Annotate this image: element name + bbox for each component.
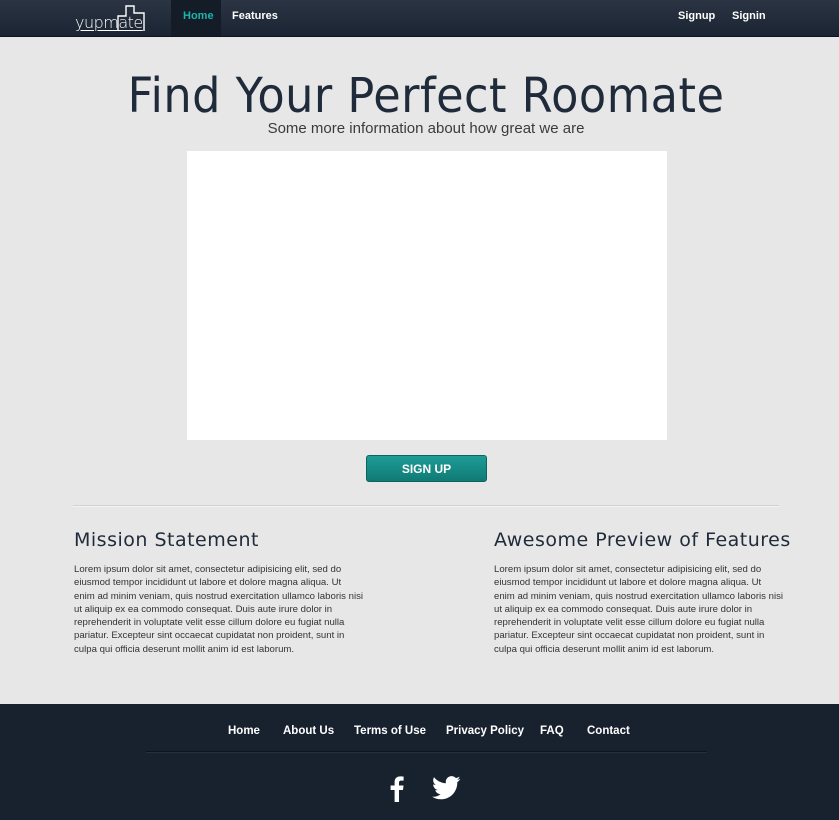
footer: Home About Us Terms of Use Privacy Polic… <box>0 704 839 820</box>
section-divider <box>73 505 779 507</box>
page-title: Find Your Perfect Roomate <box>127 68 725 124</box>
footer-link-faq[interactable]: FAQ <box>540 725 564 737</box>
footer-link-contact[interactable]: Contact <box>587 725 630 737</box>
mission-text: Lorem ipsum dolor sit amet, consectetur … <box>74 564 364 655</box>
signup-button[interactable]: SIGN UP <box>366 455 487 482</box>
mission-title: Mission Statement <box>74 529 259 551</box>
nav-features[interactable]: Features <box>220 0 290 36</box>
footer-link-about-us[interactable]: About Us <box>283 725 334 737</box>
logo[interactable]: yupmate <box>74 2 148 34</box>
media-placeholder <box>187 151 667 440</box>
footer-divider <box>146 751 707 753</box>
nav-signup[interactable]: Signup <box>666 0 727 36</box>
twitter-icon[interactable] <box>431 776 461 805</box>
facebook-icon[interactable] <box>390 776 404 807</box>
footer-link-terms[interactable]: Terms of Use <box>354 725 426 737</box>
footer-link-home[interactable]: Home <box>228 725 260 737</box>
features-preview-title: Awesome Preview of Features <box>494 529 791 551</box>
nav-signin[interactable]: Signin <box>720 0 778 36</box>
features-preview-text: Lorem ipsum dolor sit amet, consectetur … <box>494 564 784 655</box>
top-navbar: yupmate Home Features Signup Signin <box>0 0 839 37</box>
page-subtitle: Some more information about how great we… <box>267 120 585 137</box>
footer-link-privacy[interactable]: Privacy Policy <box>446 725 524 737</box>
logo-text: yupmate <box>75 13 143 32</box>
nav-home[interactable]: Home <box>171 0 221 36</box>
